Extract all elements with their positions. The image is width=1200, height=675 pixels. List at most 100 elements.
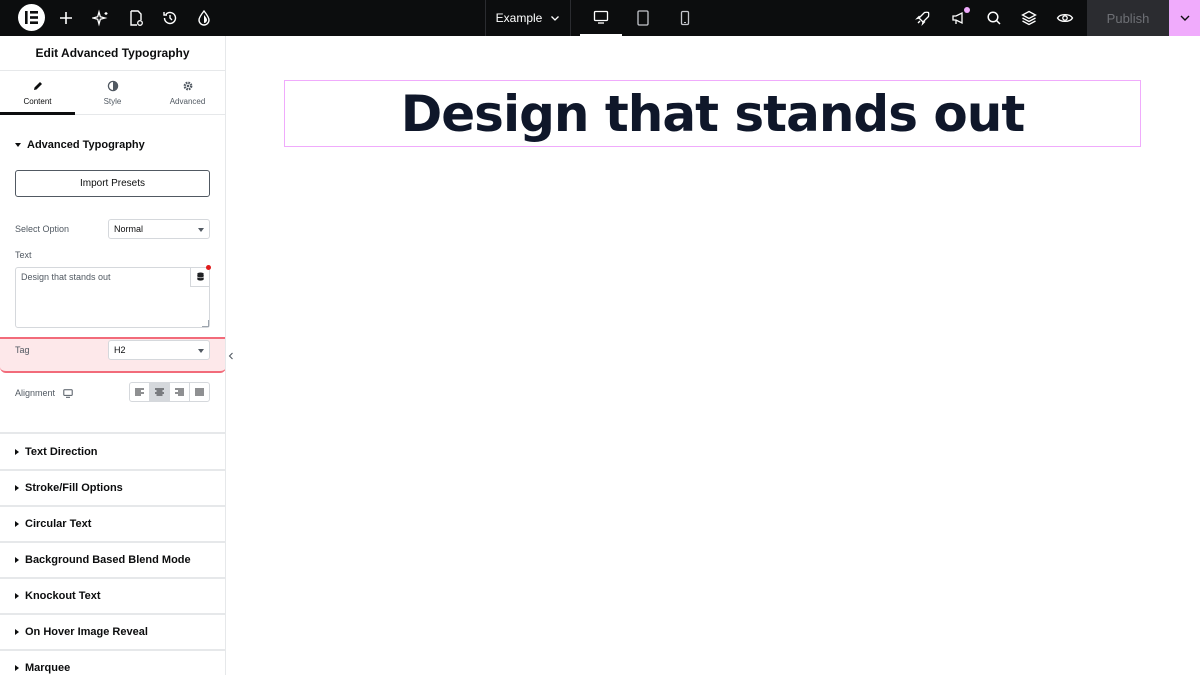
section-title: Circular Text bbox=[25, 518, 92, 530]
desktop-icon bbox=[593, 10, 609, 24]
section-divider bbox=[0, 432, 225, 434]
search-icon[interactable] bbox=[984, 8, 1004, 28]
dynamic-tags-button[interactable] bbox=[190, 267, 210, 287]
section-title: Background Based Blend Mode bbox=[25, 554, 191, 566]
section-stroke-fill-options[interactable]: Stroke/Fill Options bbox=[15, 482, 123, 494]
layers-icon[interactable] bbox=[1019, 8, 1039, 28]
caret-right-icon bbox=[15, 449, 19, 455]
section-advanced-typography[interactable]: Advanced Typography bbox=[15, 139, 145, 151]
alignment-label-group: Alignment bbox=[15, 388, 73, 398]
align-left-icon bbox=[135, 388, 144, 396]
section-text-direction[interactable]: Text Direction bbox=[15, 446, 98, 458]
section-circular-text[interactable]: Circular Text bbox=[15, 518, 91, 530]
history-icon[interactable] bbox=[160, 8, 180, 28]
theme-icon[interactable] bbox=[194, 8, 214, 28]
align-right-icon bbox=[175, 388, 184, 396]
tag-dropdown[interactable]: H2 bbox=[108, 340, 210, 360]
select-option-dropdown[interactable]: Normal bbox=[108, 219, 210, 239]
preview-eye-icon[interactable] bbox=[1055, 8, 1075, 28]
caret-right-icon bbox=[15, 485, 19, 491]
section-marquee[interactable]: Marquee bbox=[15, 662, 70, 674]
mobile-icon bbox=[680, 10, 690, 26]
database-icon bbox=[197, 272, 204, 281]
page-settings-icon[interactable] bbox=[126, 8, 146, 28]
tablet-view-button[interactable] bbox=[622, 0, 664, 36]
tab-content[interactable]: Content bbox=[0, 71, 75, 115]
document-name: Example bbox=[495, 11, 543, 25]
canvas-heading: Design that stands out bbox=[400, 84, 1025, 143]
section-divider bbox=[0, 613, 225, 615]
elementor-logo-icon[interactable] bbox=[18, 4, 45, 31]
section-title: Text Direction bbox=[25, 446, 98, 458]
align-left-button[interactable] bbox=[130, 383, 150, 401]
chevron-down-icon bbox=[1180, 15, 1189, 21]
align-right-button[interactable] bbox=[170, 383, 190, 401]
panel-tabs: Content Style Advanced bbox=[0, 70, 225, 115]
section-background-blend-mode[interactable]: Background Based Blend Mode bbox=[15, 554, 191, 566]
rocket-icon[interactable] bbox=[913, 8, 933, 28]
top-bar: Example Publish bbox=[0, 0, 1200, 36]
import-presets-button[interactable]: Import Presets bbox=[15, 170, 210, 197]
plus-icon[interactable] bbox=[56, 8, 76, 28]
mobile-view-button[interactable] bbox=[664, 0, 706, 36]
caret-right-icon bbox=[15, 521, 19, 527]
responsive-desktop-icon[interactable] bbox=[63, 388, 73, 398]
section-divider bbox=[0, 541, 225, 543]
sparkle-icon[interactable] bbox=[91, 8, 111, 28]
caret-down-icon bbox=[15, 143, 21, 147]
unsaved-indicator-dot bbox=[206, 265, 211, 270]
tag-label: Tag bbox=[15, 345, 30, 355]
select-option-label: Select Option bbox=[15, 224, 70, 234]
gear-icon bbox=[183, 81, 192, 90]
section-divider bbox=[0, 577, 225, 579]
select-option-value: Normal bbox=[114, 224, 144, 234]
tablet-icon bbox=[637, 10, 649, 26]
dropdown-arrow-icon bbox=[198, 228, 204, 232]
align-center-button[interactable] bbox=[150, 383, 170, 401]
editor-panel: Edit Advanced Typography Content Style A… bbox=[0, 36, 226, 675]
text-input-value: Design that stands out bbox=[21, 272, 111, 282]
alignment-control bbox=[129, 382, 210, 402]
caret-right-icon bbox=[15, 557, 19, 563]
section-title: Advanced Typography bbox=[27, 139, 145, 151]
tab-style[interactable]: Style bbox=[75, 71, 150, 114]
panel-collapse-handle[interactable] bbox=[226, 337, 236, 375]
chevron-left-icon bbox=[228, 352, 233, 360]
align-justify-button[interactable] bbox=[190, 383, 209, 401]
section-hover-image-reveal[interactable]: On Hover Image Reveal bbox=[15, 626, 148, 638]
resize-handle-icon[interactable] bbox=[202, 320, 209, 327]
section-divider bbox=[0, 649, 225, 651]
publish-button[interactable]: Publish bbox=[1087, 0, 1169, 36]
pencil-icon bbox=[33, 81, 42, 90]
caret-right-icon bbox=[15, 665, 19, 671]
desktop-view-button[interactable] bbox=[580, 0, 622, 36]
tab-advanced[interactable]: Advanced bbox=[150, 71, 225, 114]
panel-title: Edit Advanced Typography bbox=[35, 46, 190, 60]
tab-label: Content bbox=[23, 96, 52, 106]
align-center-icon bbox=[155, 388, 164, 396]
chevron-down-icon bbox=[551, 16, 560, 21]
tab-label: Style bbox=[103, 96, 122, 106]
document-selector[interactable]: Example bbox=[485, 0, 571, 36]
section-divider bbox=[0, 469, 225, 471]
dropdown-arrow-icon bbox=[198, 349, 204, 353]
section-divider bbox=[0, 505, 225, 507]
section-title: Marquee bbox=[25, 662, 71, 674]
section-knockout-text[interactable]: Knockout Text bbox=[15, 590, 101, 602]
publish-options-button[interactable] bbox=[1169, 0, 1200, 36]
text-label: Text bbox=[15, 250, 32, 260]
section-title: Knockout Text bbox=[25, 590, 101, 602]
align-justify-icon bbox=[195, 388, 204, 396]
caret-right-icon bbox=[15, 629, 19, 635]
half-circle-icon bbox=[107, 80, 118, 91]
notification-dot bbox=[964, 7, 970, 13]
section-title: Stroke/Fill Options bbox=[25, 482, 123, 494]
caret-right-icon bbox=[15, 593, 19, 599]
text-input[interactable]: Design that stands out bbox=[15, 267, 210, 328]
tag-value: H2 bbox=[114, 345, 126, 355]
tab-label: Advanced bbox=[169, 96, 206, 106]
heading-widget[interactable]: Design that stands out bbox=[284, 80, 1141, 147]
alignment-label: Alignment bbox=[15, 388, 56, 398]
section-title: On Hover Image Reveal bbox=[25, 626, 148, 638]
announcement-icon[interactable] bbox=[949, 7, 970, 28]
